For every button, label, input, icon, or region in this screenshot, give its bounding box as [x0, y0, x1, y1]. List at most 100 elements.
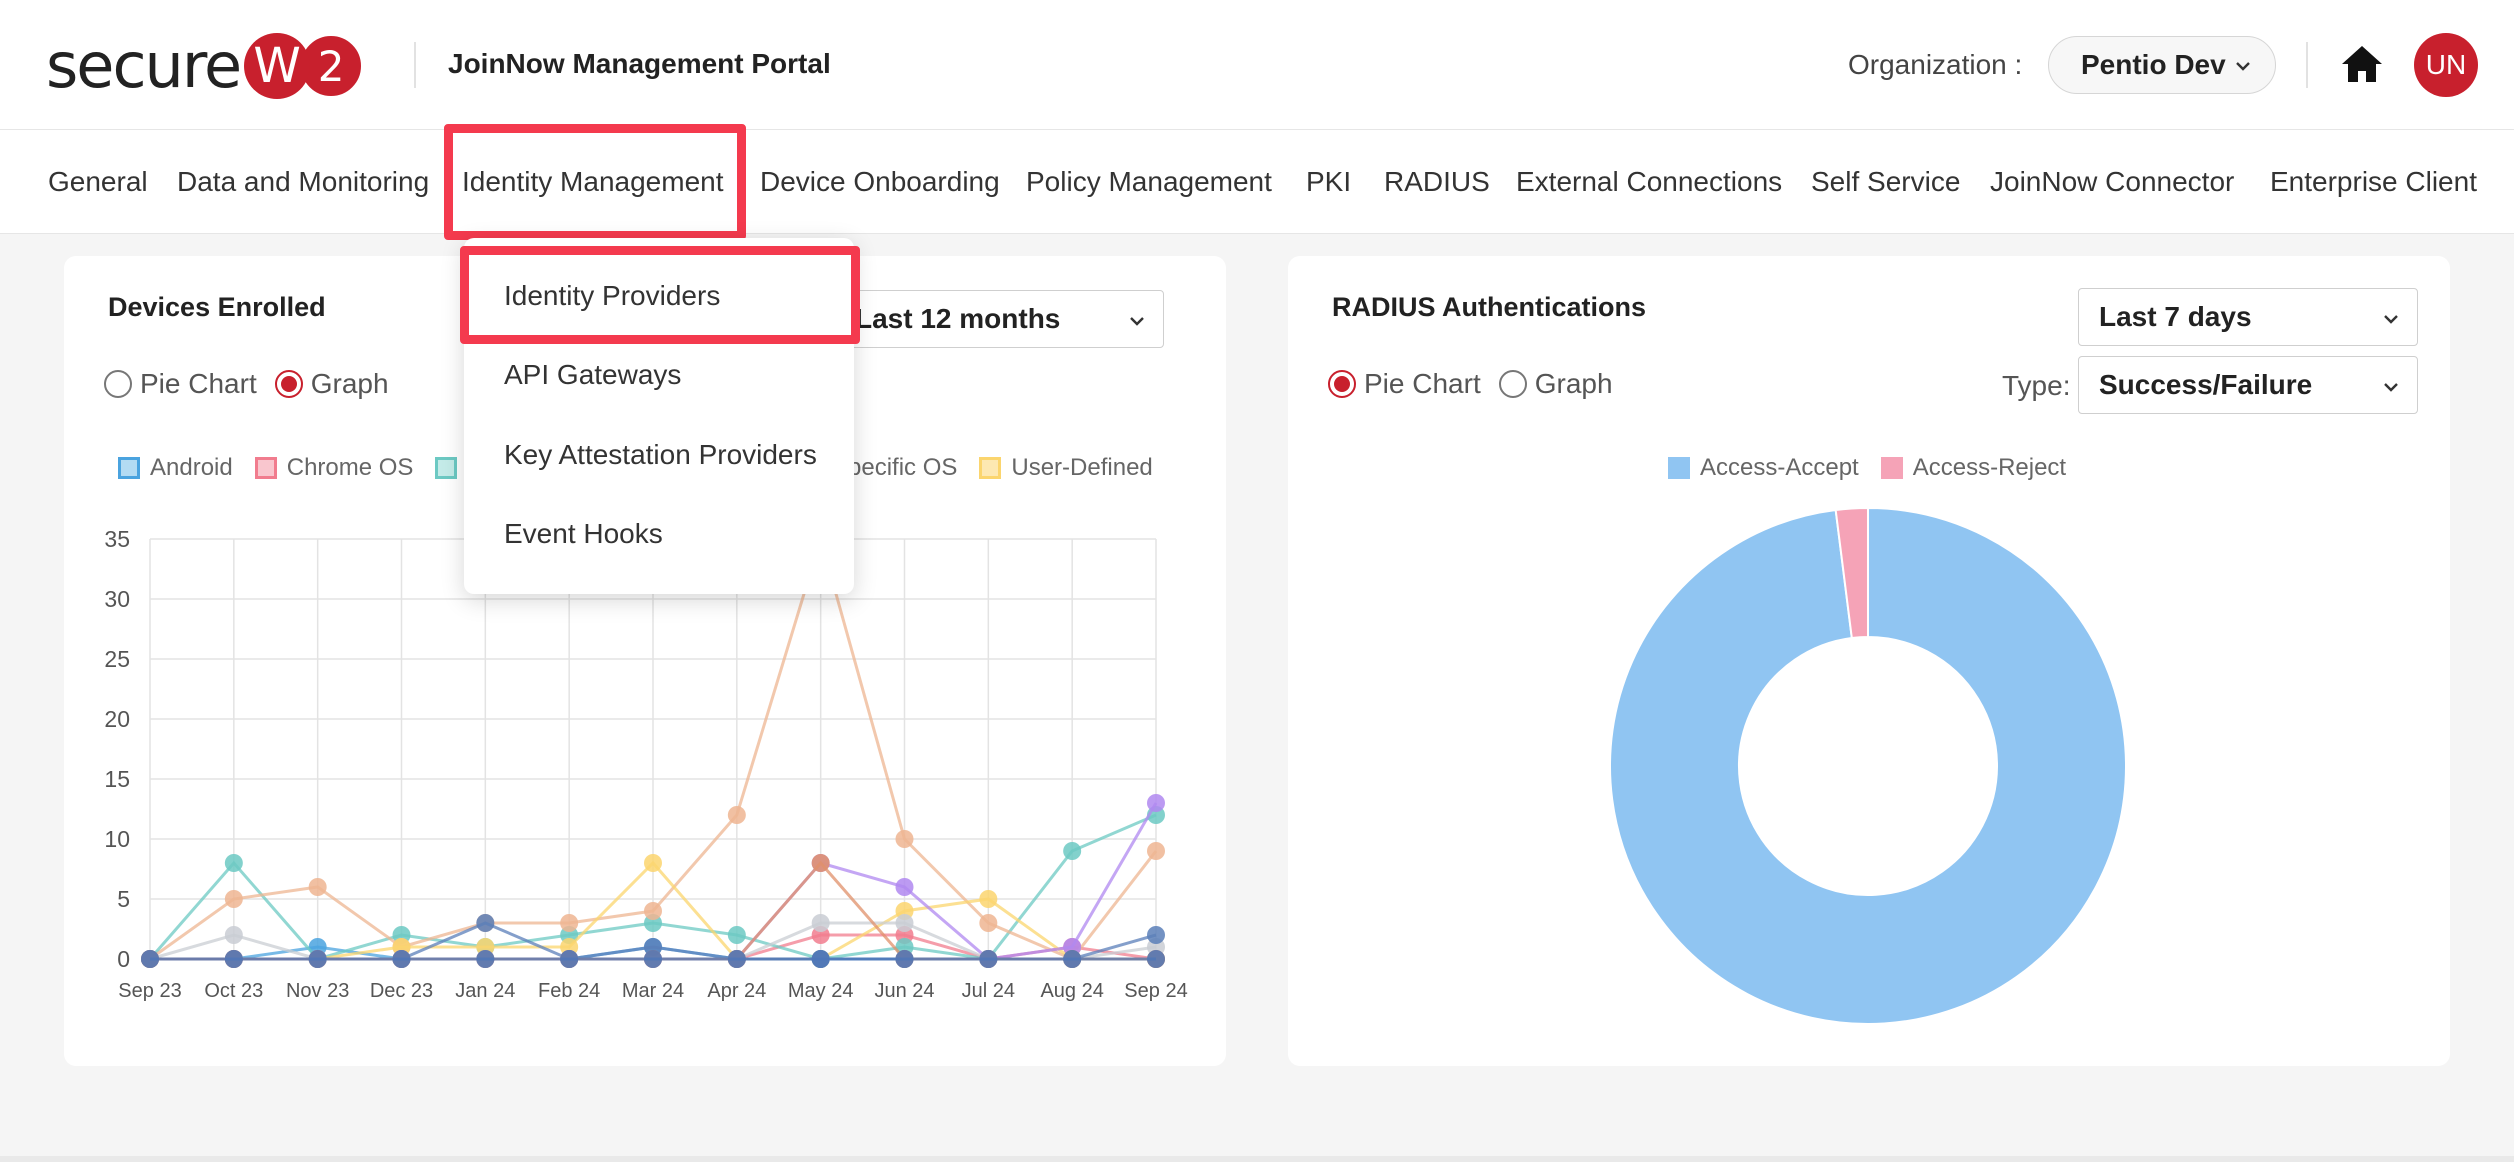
chevron-down-icon — [1130, 317, 1144, 326]
data-point — [895, 878, 914, 896]
legend-access-reject[interactable]: Access-Reject — [1880, 454, 2066, 482]
user-avatar[interactable]: UN — [2414, 33, 2478, 97]
page-footer-band — [0, 1156, 2514, 1162]
legend-teal-series[interactable] — [435, 457, 467, 479]
legend-specific-os[interactable]: specific OS — [836, 454, 957, 482]
data-point — [727, 926, 746, 944]
nav-radius[interactable]: RADIUS — [1384, 166, 1490, 198]
data-point — [979, 890, 998, 908]
data-point — [1147, 794, 1165, 812]
data-point — [644, 902, 662, 920]
x-tick-label: Sep 23 — [118, 980, 181, 1002]
identity-management-dropdown: Identity Providers API Gateways Key Atte… — [464, 238, 854, 594]
organization-label: Organization : — [1848, 49, 2023, 80]
x-tick-label: Nov 23 — [286, 980, 349, 1002]
data-point — [895, 950, 914, 968]
organization-select[interactable]: Pentio Dev — [2048, 36, 2276, 94]
nav-data-and-monitoring[interactable]: Data and Monitoring — [177, 166, 429, 198]
radius-title: RADIUS Authentications — [1332, 292, 1647, 322]
pie-chart-radio[interactable] — [1328, 370, 1356, 398]
x-tick-label: May 24 — [788, 980, 854, 1002]
data-point — [979, 914, 998, 932]
y-tick-label: 35 — [104, 526, 130, 552]
legend-user-defined[interactable]: User-Defined — [979, 454, 1153, 482]
menu-api-gateways[interactable]: API Gateways — [504, 359, 681, 391]
x-tick-label: Feb 24 — [538, 980, 600, 1002]
radius-view-toggle: Pie Chart Graph — [1328, 368, 1613, 400]
data-point — [224, 890, 243, 908]
menu-key-attestation-providers[interactable]: Key Attestation Providers — [504, 439, 817, 471]
data-point — [1063, 950, 1082, 968]
data-point — [895, 914, 914, 932]
home-icon[interactable] — [2340, 44, 2384, 84]
nav-pki[interactable]: PKI — [1306, 166, 1351, 198]
data-point — [979, 950, 998, 968]
graph-radio[interactable] — [1498, 370, 1527, 398]
radius-period-select[interactable]: Last 7 days — [2078, 288, 2418, 346]
y-tick-label: 10 — [104, 826, 130, 852]
x-tick-label: Jun 24 — [874, 980, 934, 1002]
x-tick-label: Oct 23 — [204, 980, 263, 1002]
data-point — [727, 806, 746, 824]
devices-line-chart: 0 5 10 15 20 25 30 35 Sep 23 Oct 23 Nov 23 Dec 23 Ja… — [104, 526, 1187, 1002]
y-tick-label: 20 — [104, 706, 130, 732]
nav-external-connections[interactable]: External Connections — [1516, 166, 1782, 198]
y-tick-label: 25 — [104, 646, 130, 672]
chevron-down-icon — [2236, 62, 2250, 71]
y-tick-label: 15 — [104, 766, 130, 792]
x-tick-label: Sep 24 — [1124, 980, 1187, 1002]
y-tick-label: 0 — [117, 946, 130, 972]
organization-value: Pentio Dev — [2081, 49, 2226, 80]
legend-access-accept[interactable]: Access-Accept — [1668, 454, 1859, 482]
chevron-down-icon — [2384, 383, 2398, 392]
nav-self-service[interactable]: Self Service — [1811, 166, 1960, 198]
devices-legend: Android Chrome OS — [118, 454, 489, 482]
type-label: Type: — [2002, 370, 2071, 401]
logo-badge: W 2 — [244, 33, 365, 99]
pie-chart-radio[interactable] — [104, 370, 132, 398]
data-point — [811, 854, 830, 872]
radius-donut-chart — [1609, 506, 2127, 1025]
nav-device-onboarding[interactable]: Device Onboarding — [760, 166, 1000, 198]
portal-title: JoinNow Management Portal — [448, 48, 831, 79]
data-point — [308, 878, 327, 896]
nav-policy-management[interactable]: Policy Management — [1026, 166, 1272, 198]
devices-view-toggle: Pie Chart Graph — [104, 368, 389, 400]
data-point — [392, 950, 411, 968]
main-nav: General Data and Monitoring Identity Man… — [0, 130, 2514, 234]
data-point — [811, 914, 830, 932]
logo-badge-w: W — [244, 33, 311, 99]
pie-chart-radio-label: Pie Chart — [1364, 368, 1481, 399]
y-tick-label: 30 — [104, 586, 130, 612]
nav-general[interactable]: General — [48, 166, 148, 198]
data-point — [811, 950, 830, 968]
data-point — [1063, 842, 1082, 860]
devices-period-select[interactable]: Last 12 months — [834, 290, 1164, 348]
x-tick-label: Jul 24 — [962, 980, 1015, 1002]
menu-event-hooks[interactable]: Event Hooks — [504, 518, 663, 550]
data-point — [727, 950, 746, 968]
y-tick-label: 5 — [117, 886, 130, 912]
legend-chrome-os[interactable]: Chrome OS — [254, 454, 413, 482]
nav-joinnow-connector[interactable]: JoinNow Connector — [1990, 166, 2234, 198]
nav-identity-management[interactable]: Identity Management — [462, 166, 724, 198]
data-point — [224, 854, 243, 872]
graph-radio-label: Graph — [310, 368, 389, 399]
data-point — [1147, 950, 1165, 968]
securew2-logo[interactable]: secure W 2 — [46, 28, 365, 104]
data-point — [308, 950, 327, 968]
graph-radio[interactable] — [274, 370, 303, 398]
x-tick-label: Dec 23 — [370, 980, 433, 1002]
top-header: secure W 2 JoinNow Management Portal Org… — [0, 0, 2514, 130]
data-point — [644, 854, 662, 872]
menu-identity-providers[interactable]: Identity Providers — [504, 280, 720, 312]
type-select[interactable]: Success/Failure — [2078, 356, 2418, 414]
data-point — [895, 830, 914, 848]
data-point — [560, 950, 579, 968]
x-tick-label: Apr 24 — [707, 980, 766, 1002]
data-point — [141, 950, 159, 968]
data-point — [560, 914, 579, 932]
data-point — [476, 914, 495, 932]
nav-enterprise-client[interactable]: Enterprise Client — [2270, 166, 2477, 198]
legend-android[interactable]: Android — [118, 454, 233, 482]
